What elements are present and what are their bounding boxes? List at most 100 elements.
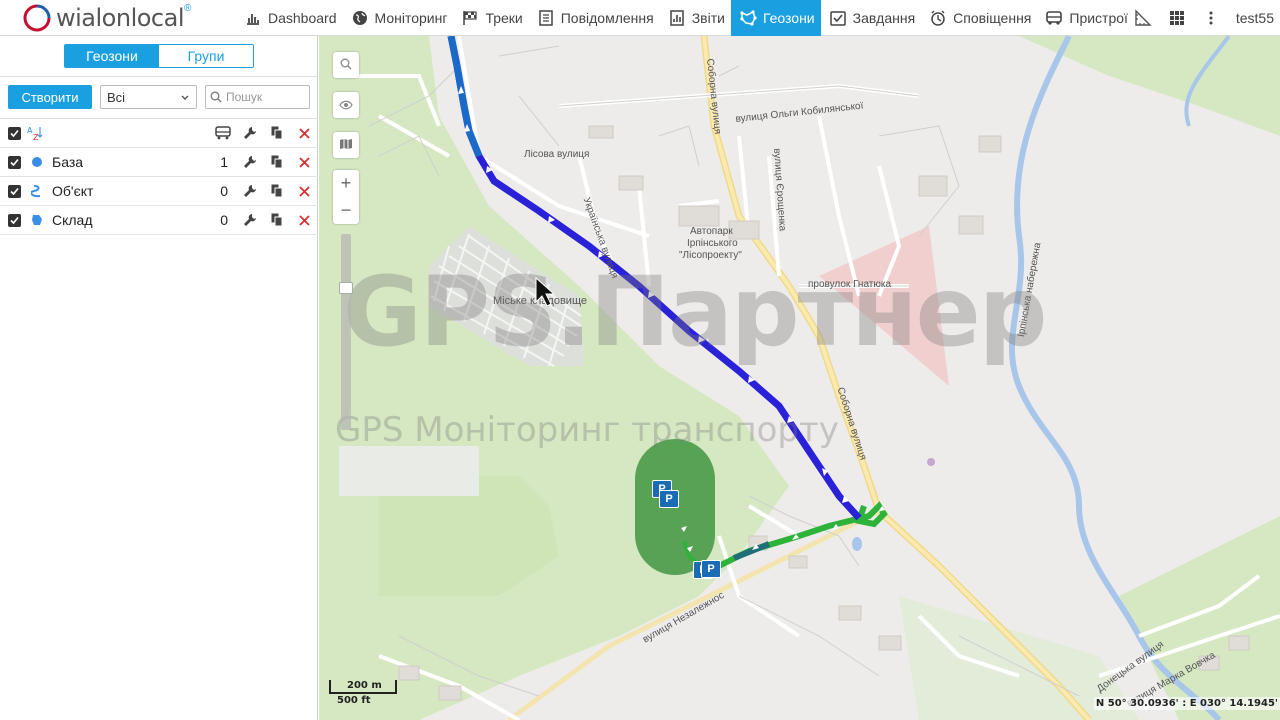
- copy-icon[interactable]: [269, 212, 285, 228]
- search-icon: [340, 57, 352, 73]
- chevron-down-icon: [180, 91, 190, 106]
- copy-icon[interactable]: [269, 125, 285, 141]
- row-checkbox[interactable]: [8, 213, 21, 227]
- nav-monitoring[interactable]: Моніторинг: [343, 0, 454, 36]
- nav-label: Dashboard: [268, 10, 337, 26]
- geofence-name: База: [52, 154, 84, 170]
- nav-label: Повідомлення: [560, 10, 654, 26]
- map-canvas: [319, 36, 1280, 720]
- search-icon: [210, 91, 222, 103]
- cursor-coordinates: N 50° 30.0936' : E 030° 14.1945': [1093, 697, 1280, 710]
- nav-label: Сповіщення: [953, 10, 1032, 26]
- geofence-row[interactable]: Склад 0: [0, 206, 318, 235]
- zoom-slider-handle[interactable]: [339, 282, 353, 294]
- task-icon: [829, 9, 847, 27]
- map-view[interactable]: Лісова вулиця Українська вулиця Соборна …: [319, 36, 1280, 720]
- scale-metric: 200 m: [329, 680, 397, 694]
- nav-label: Моніторинг: [374, 10, 448, 26]
- filter-value: Всі: [107, 89, 126, 105]
- wrench-icon[interactable]: [242, 125, 258, 141]
- geofence-count: 0: [220, 183, 228, 199]
- document-icon: [537, 9, 555, 27]
- globe-icon: [351, 9, 369, 27]
- circle-geofence-icon: [30, 155, 44, 169]
- nav-label: Пристрої: [1069, 10, 1128, 26]
- delete-icon[interactable]: [296, 212, 312, 228]
- delete-icon[interactable]: [296, 183, 312, 199]
- alarm-icon: [929, 9, 947, 27]
- zoom-slider[interactable]: [339, 234, 353, 430]
- search-input[interactable]: Пошук: [205, 85, 310, 109]
- map-search-button[interactable]: [333, 52, 359, 78]
- polygon-geofence-icon: [30, 213, 44, 227]
- eye-icon: [339, 97, 353, 113]
- copy-icon[interactable]: [269, 154, 285, 170]
- map-visibility-button[interactable]: [333, 92, 359, 118]
- row-checkbox[interactable]: [8, 184, 21, 198]
- nav-label: Треки: [485, 10, 523, 26]
- filter-select[interactable]: Всі: [100, 85, 197, 109]
- geofence-row[interactable]: Об'єкт 0: [0, 177, 318, 206]
- parking-marker[interactable]: P: [701, 560, 721, 578]
- main-nav: Dashboard Моніторинг Треки Повідомлення …: [236, 0, 1134, 36]
- list-header: AZ: [0, 119, 318, 148]
- geofences-panel: Геозони Групи Створити Всі Пошук AZ База…: [0, 36, 318, 720]
- apps-grid-icon[interactable]: [1160, 0, 1194, 36]
- nav-tracks[interactable]: Треки: [453, 0, 528, 36]
- logo-mark: ®: [184, 2, 192, 14]
- parking-label: P: [665, 493, 673, 505]
- divider: [0, 76, 318, 77]
- nav-reports[interactable]: Звіти: [660, 0, 731, 36]
- wrench-icon[interactable]: [242, 183, 258, 199]
- scale-imperial: 500 ft: [337, 695, 371, 706]
- map-layers-button[interactable]: [333, 132, 359, 158]
- create-button[interactable]: Створити: [8, 85, 92, 109]
- nav-devices[interactable]: Пристрої: [1037, 0, 1134, 36]
- logo-text: wialonlocal: [56, 4, 185, 32]
- truck-icon: [1045, 9, 1063, 27]
- units-column-icon[interactable]: [215, 125, 231, 141]
- map-scale: 200 m 500 ft: [329, 680, 399, 707]
- geofence-count: 1: [220, 154, 228, 170]
- user-menu[interactable]: test55: [1228, 10, 1280, 26]
- wrench-icon[interactable]: [242, 212, 258, 228]
- zoom-out-button[interactable]: −: [333, 197, 359, 224]
- zoom-in-button[interactable]: +: [333, 170, 359, 197]
- nav-messages[interactable]: Повідомлення: [529, 0, 660, 36]
- geofence-name: Об'єкт: [52, 183, 94, 199]
- zoom-control: + −: [333, 170, 359, 224]
- copy-icon[interactable]: [269, 183, 285, 199]
- delete-icon[interactable]: [296, 125, 312, 141]
- nav-notifications[interactable]: Сповіщення: [921, 0, 1037, 36]
- geofence-count: 0: [220, 212, 228, 228]
- tab-groups[interactable]: Групи: [159, 45, 253, 67]
- svg-text:Z: Z: [33, 133, 39, 141]
- nav-jobs[interactable]: Завдання: [821, 0, 922, 36]
- line-geofence-icon: [30, 184, 44, 198]
- report-icon: [668, 9, 686, 27]
- map-icon: [339, 137, 353, 153]
- flag-icon: [461, 9, 479, 27]
- nav-geofences[interactable]: Геозони: [730, 0, 821, 36]
- parking-label: P: [707, 563, 715, 575]
- nav-dashboard[interactable]: Dashboard: [236, 0, 343, 36]
- map-label: Лісова вулиця: [524, 149, 590, 160]
- geofence-name: Склад: [52, 212, 93, 228]
- tab-geofences[interactable]: Геозони: [65, 45, 159, 67]
- bar-chart-icon: [244, 9, 262, 27]
- nav-label: Звіти: [691, 10, 725, 26]
- parking-marker[interactable]: P: [659, 490, 679, 508]
- mouse-pointer-icon: [535, 276, 556, 310]
- geofence-icon: [739, 9, 757, 27]
- select-all-checkbox[interactable]: [8, 126, 21, 140]
- more-icon[interactable]: [1194, 0, 1228, 36]
- geofence-row[interactable]: База 1: [0, 148, 318, 177]
- delete-icon[interactable]: [296, 154, 312, 170]
- ruler-icon[interactable]: [1126, 0, 1160, 36]
- panel-tabs: Геозони Групи: [64, 44, 254, 68]
- sort-az-icon[interactable]: AZ: [27, 126, 43, 141]
- map-label: Ірпінського: [687, 238, 738, 249]
- wialon-logo[interactable]: wialonlocal ®: [22, 2, 222, 34]
- row-checkbox[interactable]: [8, 155, 21, 169]
- wrench-icon[interactable]: [242, 154, 258, 170]
